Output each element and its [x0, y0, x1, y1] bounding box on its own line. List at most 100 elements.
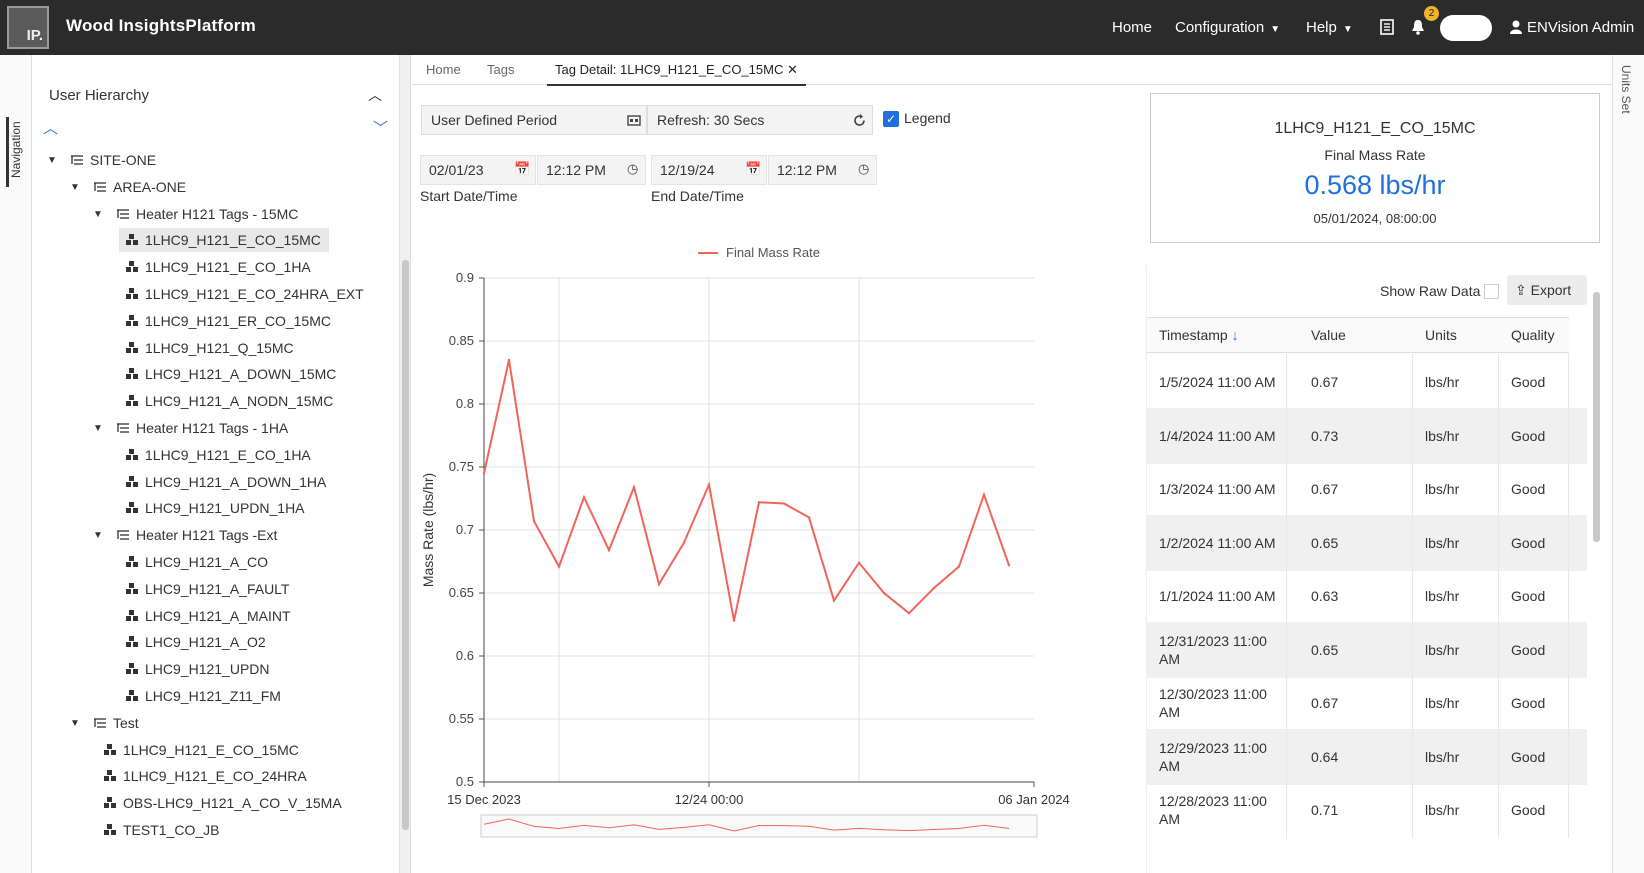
- tree-node-label: LHC9_H121_A_NODN_15MC: [145, 393, 334, 410]
- data-point: [582, 496, 586, 499]
- start-time-field[interactable]: 12:12 PM ◷: [537, 155, 646, 185]
- close-icon[interactable]: ✕: [787, 62, 798, 77]
- tree-group-node[interactable]: Heater H121 Tags -Ext: [116, 523, 277, 547]
- data-point: [507, 358, 511, 362]
- tree-tag-node[interactable]: 1LHC9_H121_ER_CO_15MC: [125, 309, 331, 333]
- clock-icon[interactable]: ◷: [627, 161, 638, 177]
- y-tick-label: 0.65: [449, 585, 474, 600]
- scroll-up-icon[interactable]: ︿: [43, 117, 58, 138]
- sort-desc-icon[interactable]: ↓: [1228, 327, 1239, 343]
- tree-tag-node[interactable]: LHC9_H121_A_FAULT: [125, 577, 289, 601]
- expand-toggle-icon[interactable]: ▼: [93, 530, 103, 541]
- tree-tag-node[interactable]: LHC9_H121_UPDN: [125, 657, 270, 681]
- grid-scrollbar[interactable]: [1591, 264, 1602, 873]
- period-select[interactable]: User Defined Period: [421, 105, 647, 135]
- chevron-up-icon[interactable]: ︿: [368, 85, 382, 105]
- tree-tag-node[interactable]: LHC9_H121_A_DOWN_15MC: [125, 362, 336, 386]
- column-header[interactable]: Timestamp ↓: [1147, 317, 1299, 353]
- nav-home[interactable]: Home: [1112, 19, 1152, 36]
- x-tick-label: 12/24 00:00: [675, 792, 744, 807]
- tree-tag-node[interactable]: LHC9_H121_A_DOWN_1HA: [125, 470, 326, 494]
- tab-home[interactable]: Home: [426, 62, 461, 77]
- tree-tag-node[interactable]: 1LHC9_H121_E_CO_1HA: [125, 255, 311, 279]
- user-menu[interactable]: ENVision Admin: [1527, 19, 1634, 36]
- table-row[interactable]: 12/31/2023 11:00 AM 0.65 lbs/hr Good: [1147, 621, 1587, 678]
- table-row[interactable]: 12/29/2023 11:00 AM 0.64 lbs/hr Good: [1147, 728, 1587, 785]
- nav-help[interactable]: Help ▼: [1306, 19, 1353, 36]
- tree-node-label: 1LHC9_H121_E_CO_24HRA_EXT: [145, 286, 364, 302]
- tab-tags[interactable]: Tags: [487, 62, 514, 77]
- tree-group-node[interactable]: AREA-ONE: [93, 175, 186, 199]
- column-header[interactable]: Units: [1413, 317, 1499, 353]
- table-row[interactable]: 1/4/2024 11:00 AM 0.73 lbs/hr Good: [1147, 407, 1587, 464]
- tree-tag-node[interactable]: 1LHC9_H121_Q_15MC: [125, 336, 294, 360]
- tree-tag-node[interactable]: 1LHC9_H121_E_CO_15MC: [119, 228, 329, 253]
- table-row[interactable]: 1/2/2024 11:00 AM 0.65 lbs/hr Good: [1147, 514, 1587, 571]
- column-header[interactable]: Value: [1299, 317, 1413, 353]
- column-header[interactable]: Quality: [1499, 317, 1569, 353]
- navigation-tab[interactable]: Navigation: [6, 117, 26, 187]
- tree-group-node[interactable]: Heater H121 Tags - 1HA: [116, 416, 288, 440]
- units-set-tab[interactable]: Units Set: [1619, 65, 1633, 114]
- scrollbar-thumb[interactable]: [402, 260, 409, 830]
- tree-tag-node[interactable]: OBS-LHC9_H121_A_CO_V_15MA: [103, 791, 342, 815]
- mass-rate-chart[interactable]: 0.5 0.55 0.6 0.65 0.7 0.75 0.8 0.85 0.9 15 Dec 20…: [412, 225, 1132, 873]
- scrollbar-thumb[interactable]: [1593, 292, 1600, 542]
- tree-node-label: OBS-LHC9_H121_A_CO_V_15MA: [123, 795, 342, 812]
- table-row[interactable]: 1/3/2024 11:00 AM 0.67 lbs/hr Good: [1147, 461, 1587, 517]
- bell-icon[interactable]: [1411, 19, 1425, 35]
- calendar-icon[interactable]: 📅: [514, 161, 530, 177]
- tree-group-node[interactable]: Test: [93, 711, 139, 735]
- tab-tag-detail[interactable]: Tag Detail: 1LHC9_H121_E_CO_15MC ✕: [547, 62, 806, 86]
- tree-tag-node[interactable]: 1LHC9_H121_E_CO_24HRA_EXT: [125, 282, 364, 306]
- tree-tag-node[interactable]: LHC9_H121_A_MAINT: [125, 604, 291, 628]
- table-row[interactable]: 12/30/2023 11:00 AM 0.67 lbs/hr Good: [1147, 675, 1587, 731]
- table-cell: lbs/hr: [1413, 461, 1499, 517]
- tree-tag-node[interactable]: 1LHC9_H121_E_CO_15MC: [103, 738, 299, 762]
- tree-group-node[interactable]: SITE-ONE: [70, 148, 156, 172]
- end-label: End Date/Time: [651, 188, 744, 204]
- legend-checkbox[interactable]: ✓: [883, 111, 899, 127]
- tag-icon: [126, 636, 138, 648]
- tree-tag-node[interactable]: LHC9_H121_A_CO: [125, 550, 268, 574]
- table-row[interactable]: 12/28/2023 11:00 AM 0.71 lbs/hr Good: [1147, 782, 1587, 838]
- theme-toggle[interactable]: [1440, 15, 1492, 41]
- expand-toggle-icon[interactable]: ▼: [70, 718, 80, 729]
- end-date-field[interactable]: 12/19/24 📅: [651, 155, 767, 185]
- app-logo[interactable]: IP.: [7, 6, 49, 49]
- table-cell: lbs/hr: [1413, 354, 1499, 410]
- expand-toggle-icon[interactable]: ▼: [93, 423, 103, 434]
- refresh-select[interactable]: Refresh: 30 Secs: [647, 105, 873, 135]
- show-raw-checkbox[interactable]: [1484, 284, 1499, 299]
- end-time-field[interactable]: 12:12 PM ◷: [768, 155, 877, 185]
- tree-tag-node[interactable]: LHC9_H121_UPDN_1HA: [125, 496, 305, 520]
- tree-tag-node[interactable]: LHC9_H121_A_NODN_15MC: [125, 389, 333, 413]
- clock-icon[interactable]: ◷: [858, 161, 869, 177]
- nav-configuration[interactable]: Configuration ▼: [1175, 19, 1280, 36]
- table-cell: 0.63: [1299, 568, 1413, 624]
- expand-toggle-icon[interactable]: ▼: [70, 182, 80, 193]
- start-label: Start Date/Time: [420, 188, 518, 204]
- tree-tag-node[interactable]: LHC9_H121_A_O2: [125, 630, 266, 654]
- refresh-icon[interactable]: [852, 113, 867, 128]
- calendar-icon[interactable]: 📅: [745, 161, 761, 177]
- table-cell: 1/4/2024 11:00 AM: [1147, 407, 1287, 464]
- expand-toggle-icon[interactable]: ▼: [93, 209, 103, 220]
- report-icon[interactable]: [1380, 19, 1394, 35]
- tree-tag-node[interactable]: TEST1_CO_JB: [103, 818, 219, 842]
- start-date-field[interactable]: 02/01/23 📅: [420, 155, 536, 185]
- expand-toggle-icon[interactable]: ▼: [47, 155, 57, 166]
- table-row[interactable]: 1/1/2024 11:00 AM 0.63 lbs/hr Good: [1147, 568, 1587, 624]
- export-button[interactable]: ⇪ Export: [1507, 275, 1587, 305]
- tree-group-node[interactable]: Heater H121 Tags - 15MC: [116, 202, 298, 226]
- tree-tag-node[interactable]: LHC9_H121_Z11_FM: [125, 684, 281, 708]
- scroll-down-icon[interactable]: ﹀: [373, 117, 388, 138]
- navigation-scrollbar[interactable]: [400, 55, 411, 873]
- tree-node-label: 1LHC9_H121_E_CO_24HRA: [123, 768, 307, 785]
- data-point: [807, 516, 811, 519]
- tree-tag-node[interactable]: 1LHC9_H121_E_CO_24HRA: [103, 764, 307, 788]
- tree-node-label: LHC9_H121_A_MAINT: [145, 607, 291, 624]
- table-row[interactable]: 1/5/2024 11:00 AM 0.67 lbs/hr Good: [1147, 354, 1587, 410]
- tree-node-label: Heater H121 Tags - 15MC: [136, 205, 299, 222]
- tree-tag-node[interactable]: 1LHC9_H121_E_CO_1HA: [125, 443, 311, 467]
